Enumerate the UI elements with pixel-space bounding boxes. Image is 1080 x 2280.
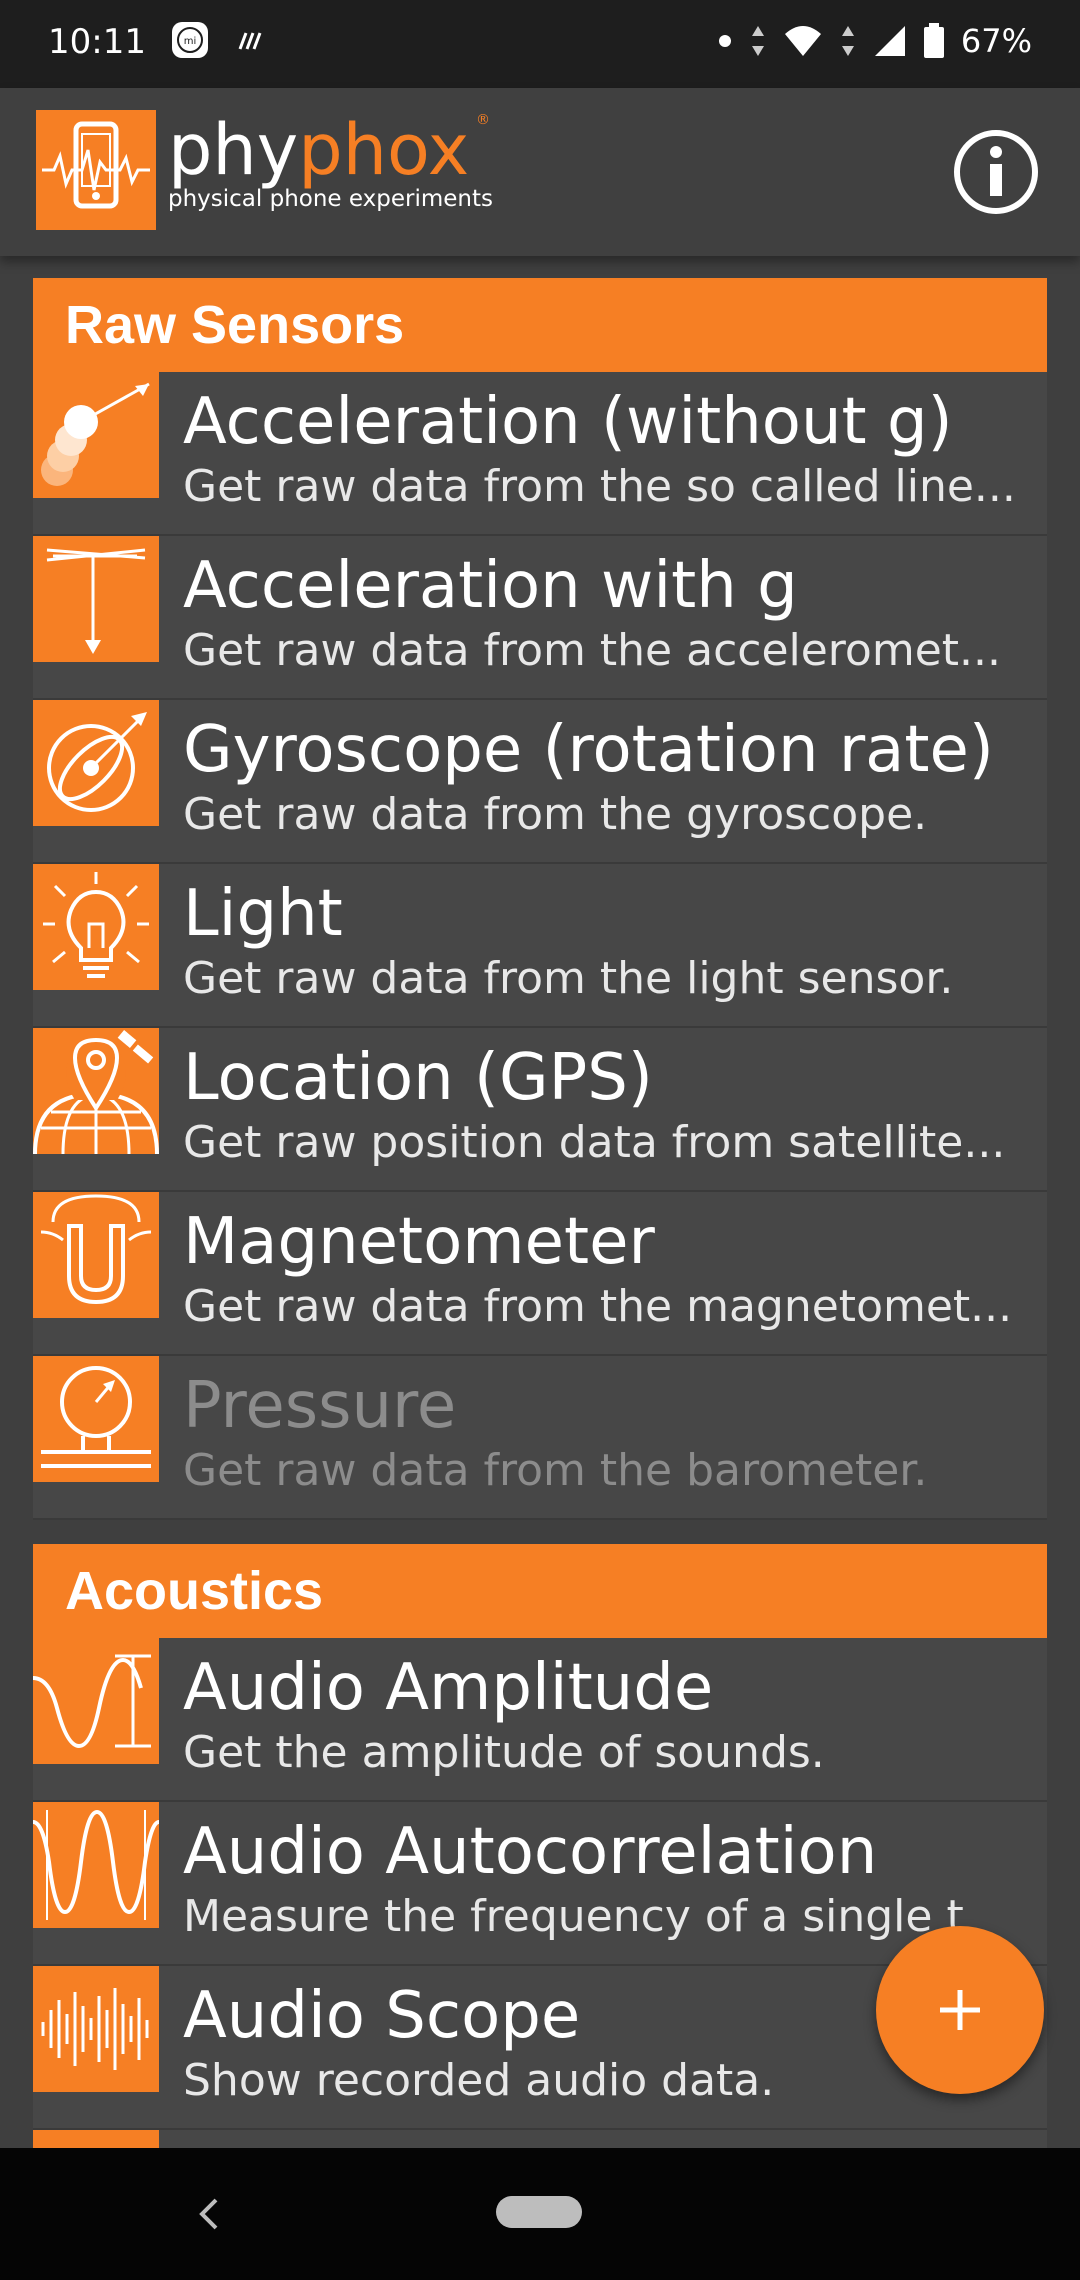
brand-name: phyphox <box>168 112 493 188</box>
item-description: Measure the frequency of a single t <box>183 1891 964 1942</box>
item-title: Pressure <box>183 1369 457 1443</box>
item-description: Get raw data from the so called line... <box>183 461 1016 512</box>
navigation-bar <box>0 2148 1080 2280</box>
list-item-light[interactable]: Light Get raw data from the light sensor… <box>33 864 1047 1028</box>
plus-icon <box>940 1990 980 2030</box>
audio-amplitude-icon <box>33 1638 159 1764</box>
registered-mark: ® <box>476 112 490 128</box>
category-gap <box>33 1520 1047 1544</box>
audio-scope-icon <box>33 1966 159 2092</box>
list-item-audio-autocorrelation[interactable]: Audio Autocorrelation Measure the freque… <box>33 1802 1047 1966</box>
home-pill-icon[interactable] <box>496 2196 582 2228</box>
info-icon <box>990 146 1002 196</box>
battery-icon <box>923 23 944 58</box>
back-chevron-icon[interactable] <box>188 2186 228 2242</box>
item-description: Get raw data from the acceleromet... <box>183 625 1001 676</box>
item-title: Gyroscope (rotation rate) <box>183 713 994 787</box>
item-description: Get raw data from the light sensor. <box>183 953 954 1004</box>
list-item-gyroscope[interactable]: Gyroscope (rotation rate) Get raw data f… <box>33 700 1047 864</box>
item-title: Acceleration with g <box>183 549 798 623</box>
magnet-icon <box>33 1192 159 1318</box>
gyroscope-icon <box>33 700 159 826</box>
brand-phy: phy <box>168 109 299 191</box>
item-description: Get raw data from the magnetomet... <box>183 1281 1013 1332</box>
brand-phox: phox <box>298 109 470 191</box>
linear-acceleration-icon <box>33 372 159 498</box>
category-header-raw-sensors: Raw Sensors <box>33 278 1047 372</box>
item-title: Audio Amplitude <box>183 1651 714 1725</box>
light-bulb-icon <box>33 864 159 990</box>
item-title: Light <box>183 877 343 951</box>
acceleration-g-icon <box>33 536 159 662</box>
dot-icon <box>718 35 731 47</box>
item-description: Get raw data from the barometer. <box>183 1445 928 1496</box>
item-title: Magnetometer <box>183 1205 655 1279</box>
app-bar: phyphox ® physical phone experiments <box>0 88 1080 256</box>
battery-percent: 67% <box>960 22 1032 60</box>
item-description: Get raw data from the gyroscope. <box>183 789 928 840</box>
data-arrows-icon <box>751 26 764 56</box>
status-bar: 10:11 mi 67% <box>0 0 1080 88</box>
phyphox-logo-icon <box>36 110 156 230</box>
list-item-magnetometer[interactable]: Magnetometer Get raw data from the magne… <box>33 1192 1047 1356</box>
list-item-acceleration-with-g[interactable]: Acceleration with g Get raw data from th… <box>33 536 1047 700</box>
audio-autocorrelation-icon <box>33 1802 159 1928</box>
list-item-audio-amplitude[interactable]: Audio Amplitude Get the amplitude of sou… <box>33 1638 1047 1802</box>
category-header-acoustics: Acoustics <box>33 1544 1047 1638</box>
item-title: Acceleration (without g) <box>183 385 953 459</box>
data-arrows-icon-2 <box>841 26 854 56</box>
info-button[interactable] <box>954 130 1038 214</box>
item-description: Get the amplitude of sounds. <box>183 1727 825 1778</box>
status-time: 10:11 <box>48 22 146 62</box>
item-description: Get raw position data from satellite... <box>183 1117 1006 1168</box>
wifi-icon <box>784 26 821 56</box>
item-title: Location (GPS) <box>183 1041 653 1115</box>
brand-tagline: physical phone experiments <box>168 186 493 212</box>
brand: phyphox ® physical phone experiments <box>168 112 493 212</box>
cell-signal-icon <box>874 26 905 56</box>
add-experiment-button[interactable] <box>876 1926 1044 2094</box>
list-item-pressure[interactable]: Pressure Get raw data from the barometer… <box>33 1356 1047 1520</box>
list-item-acceleration-without-g[interactable]: Acceleration (without g) Get raw data fr… <box>33 372 1047 536</box>
item-title: Audio Autocorrelation <box>183 1815 878 1889</box>
status-notifications: mi <box>170 20 266 60</box>
barometer-icon <box>33 1356 159 1482</box>
list-item-location-gps[interactable]: Location (GPS) Get raw position data fro… <box>33 1028 1047 1192</box>
status-right-icons: 67% <box>717 22 1032 60</box>
signal-notification-icon <box>238 32 262 50</box>
gps-location-icon <box>33 1028 159 1154</box>
mi-notification-icon: mi <box>172 22 208 58</box>
svg-text:mi: mi <box>184 36 197 47</box>
